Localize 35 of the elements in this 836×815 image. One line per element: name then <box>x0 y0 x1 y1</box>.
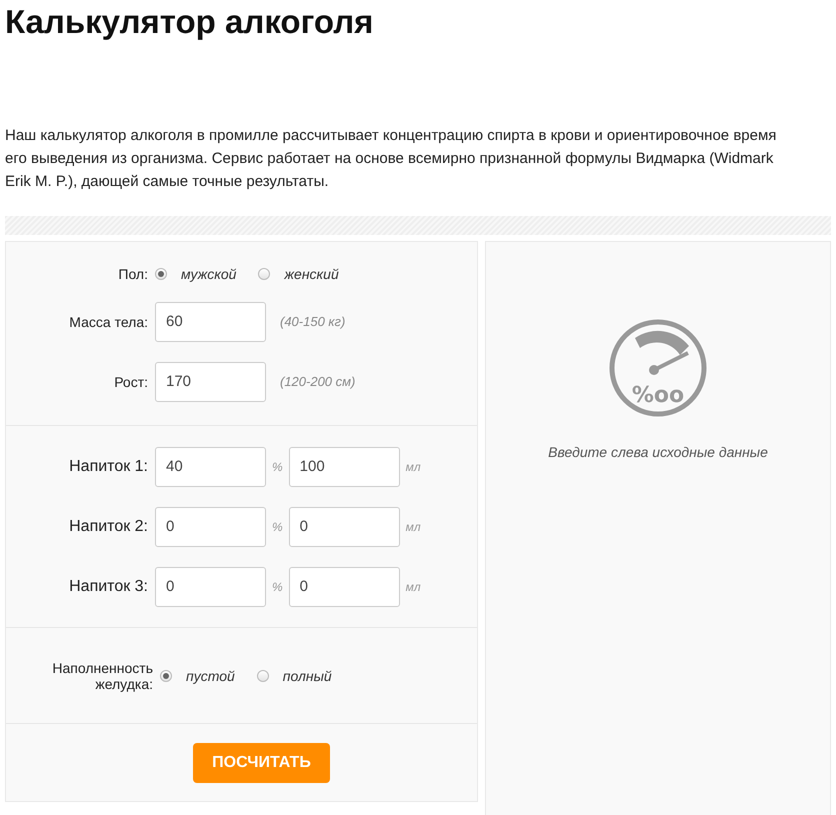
radio-button[interactable] <box>155 268 167 280</box>
radio-label: мужской <box>181 266 236 282</box>
intro-paragraph: Наш калькулятор алкоголя в промилле рассчитывает концентрацию спирта в крови и ориентировочное время его выведения из организма. Сервис работает на основе всемирно признанной формулы Видмарка (Widmark Erik M. P.), дающей самые точные результаты. <box>5 126 778 192</box>
unit-label: % <box>272 580 283 594</box>
radio-button[interactable] <box>160 670 172 682</box>
radio-label: пустой <box>186 668 235 684</box>
result-message: Введите слева исходные данные <box>548 444 768 460</box>
input-field[interactable]: 170 <box>155 362 266 402</box>
input-field[interactable]: 0 <box>288 566 400 606</box>
unit-label: % <box>272 460 283 474</box>
field-label: Масса тела: <box>68 314 149 330</box>
radio-button[interactable] <box>256 670 269 682</box>
field-label: Пол: <box>117 266 149 282</box>
unit-label: мл <box>406 520 421 534</box>
input-field[interactable]: 0 <box>155 566 266 606</box>
radio-label: женский <box>284 266 339 282</box>
gauge-icon: %oo <box>608 318 708 418</box>
unit-label: мл <box>406 580 421 594</box>
field-label: Напиток 1: <box>68 458 149 476</box>
radio-label: полный <box>282 668 332 684</box>
field-label: Напиток 3: <box>68 578 149 596</box>
input-field[interactable]: 0 <box>155 506 266 546</box>
unit-label: мл <box>406 460 421 474</box>
field-label: Наполненность желудка: <box>51 660 154 692</box>
input-field[interactable]: 40 <box>155 446 266 486</box>
page-title: Калькулятор алкоголя <box>5 2 374 42</box>
field-label: Рост: <box>113 374 149 390</box>
input-field[interactable]: 100 <box>288 446 400 486</box>
unit-label: % <box>272 520 283 534</box>
radio-button[interactable] <box>258 268 270 280</box>
field-label: Напиток 2: <box>68 518 149 536</box>
input-field[interactable]: 60 <box>155 302 266 342</box>
range-hint: (120-200 см) <box>280 374 356 389</box>
input-field[interactable]: 0 <box>288 506 400 546</box>
range-hint: (40-150 кг) <box>280 314 346 329</box>
